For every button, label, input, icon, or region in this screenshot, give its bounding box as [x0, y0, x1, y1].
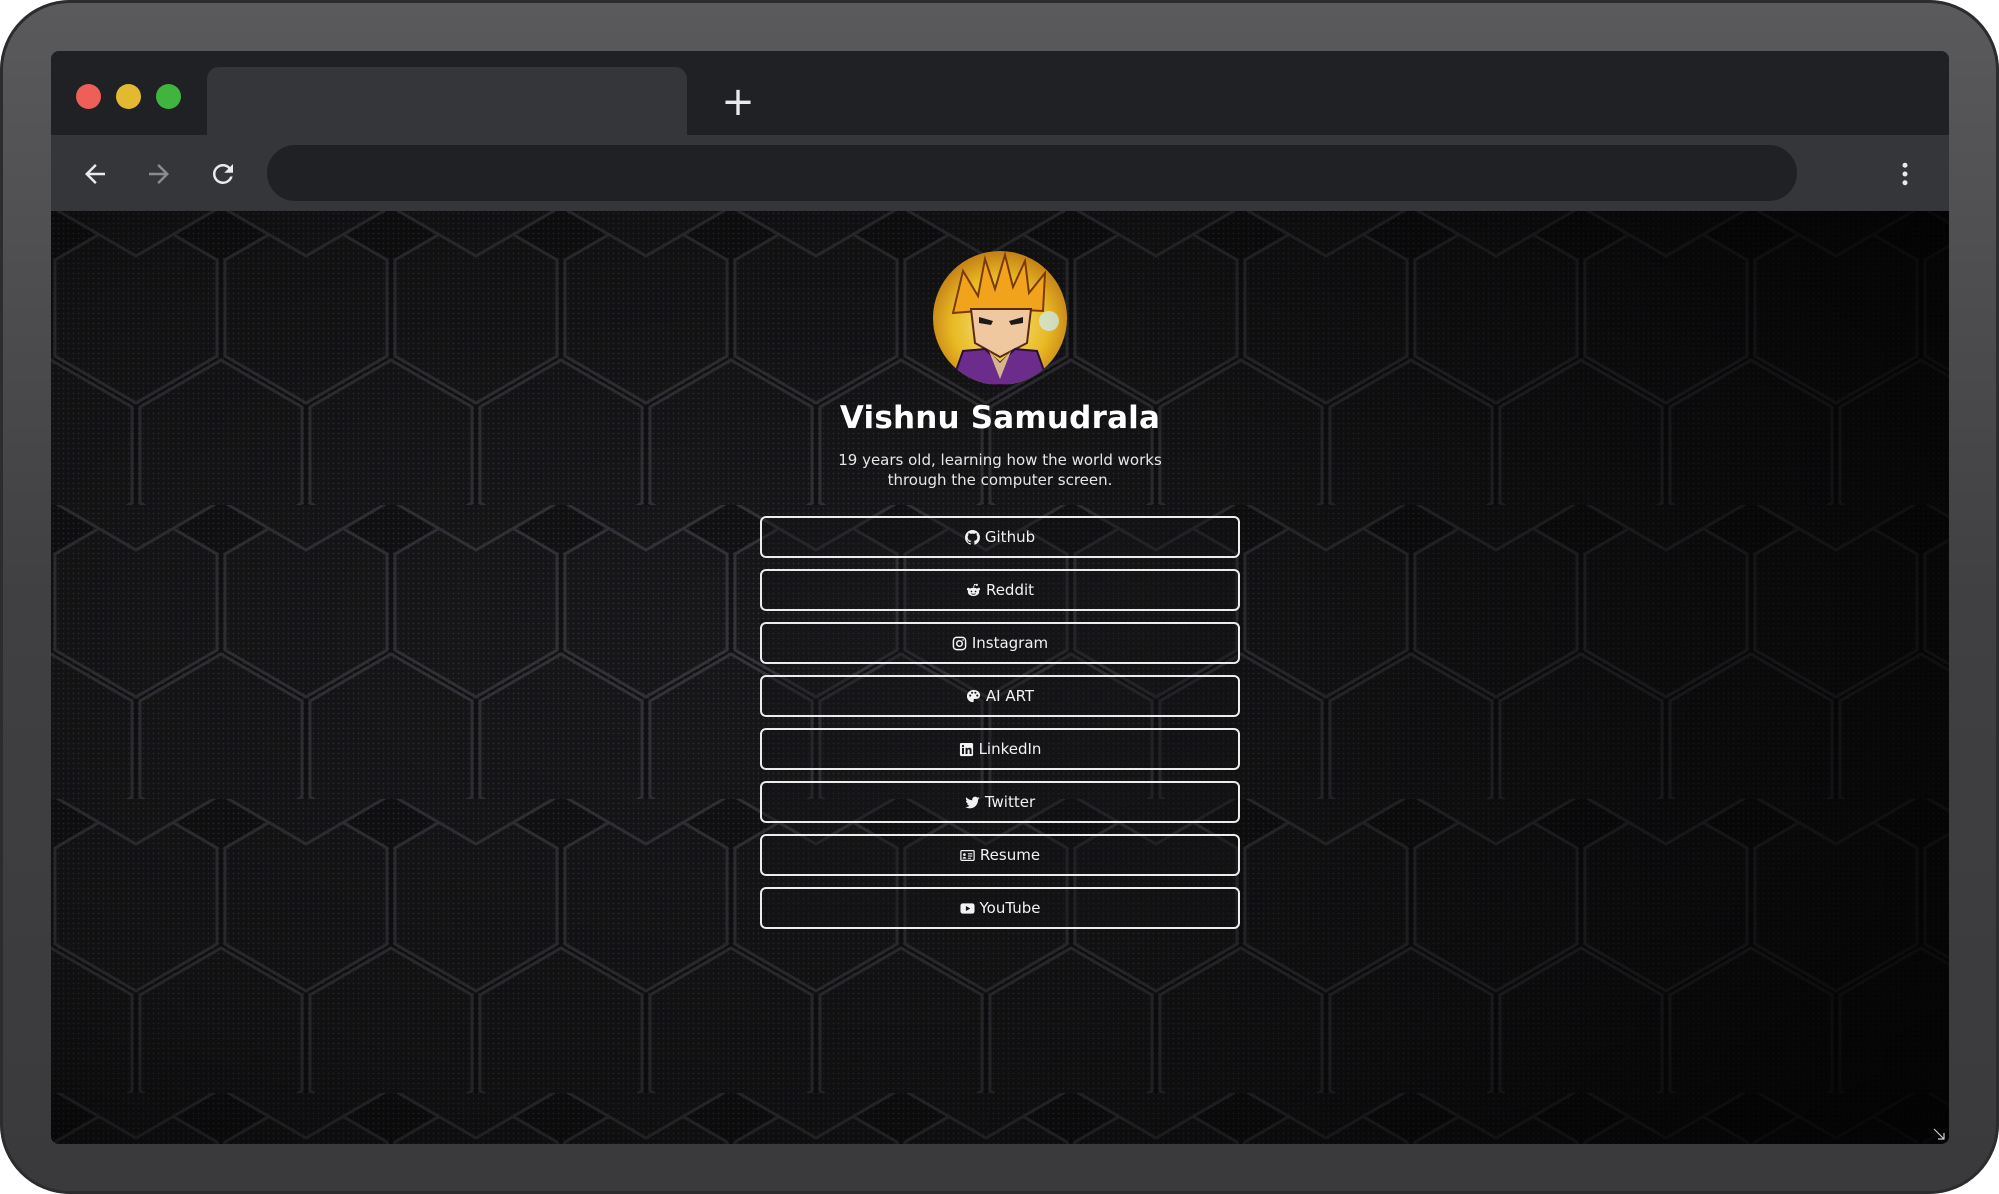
link-label: Twitter — [984, 793, 1036, 811]
reddit-icon — [966, 583, 981, 598]
link-button-github[interactable]: Github — [760, 516, 1240, 558]
arrow-left-icon — [85, 164, 105, 184]
link-label: Reddit — [985, 581, 1035, 599]
github-icon — [964, 529, 980, 545]
link-button-ai-art[interactable]: AI ART — [760, 675, 1240, 717]
link-list: Github Reddit Instagram AI ART LinkedIn — [760, 516, 1240, 929]
resize-grip-icon[interactable] — [1933, 1128, 1945, 1140]
profile-card: Vishnu Samudrala 19 years old, learning … — [51, 211, 1949, 1144]
avatar-image — [933, 251, 1067, 385]
forward-button[interactable] — [139, 154, 179, 194]
browser-toolbar — [51, 135, 1949, 211]
link-button-youtube[interactable]: YouTube — [760, 887, 1240, 929]
back-button[interactable] — [75, 154, 115, 194]
palette-icon — [966, 689, 981, 704]
kebab-menu-icon — [1902, 162, 1908, 186]
link-button-reddit[interactable]: Reddit — [760, 569, 1240, 611]
link-label: AI ART — [985, 687, 1035, 705]
minimize-window-button[interactable] — [116, 84, 141, 109]
reload-button[interactable] — [203, 154, 243, 194]
link-label: Instagram — [971, 634, 1049, 652]
profile-bio: 19 years old, learning how the world wor… — [838, 451, 1162, 489]
close-window-button[interactable] — [76, 84, 101, 109]
link-button-linkedin[interactable]: LinkedIn — [760, 728, 1240, 770]
new-tab-button[interactable]: + — [718, 82, 758, 122]
link-button-twitter[interactable]: Twitter — [760, 781, 1240, 823]
link-button-resume[interactable]: Resume — [760, 834, 1240, 876]
tab-active[interactable] — [207, 67, 687, 135]
arrow-right-icon — [149, 164, 169, 184]
address-bar[interactable] — [267, 145, 1797, 201]
link-label: LinkedIn — [978, 740, 1042, 758]
web-page: Vishnu Samudrala 19 years old, learning … — [51, 211, 1949, 1144]
link-label: Resume — [979, 846, 1041, 864]
profile-name: Vishnu Samudrala — [839, 400, 1161, 436]
link-button-instagram[interactable]: Instagram — [760, 622, 1240, 664]
browser-window: + Vishnu Samudrala 19 years old, learnin… — [51, 51, 1949, 1144]
twitter-icon — [965, 795, 980, 810]
maximize-window-button[interactable] — [156, 84, 181, 109]
browser-menu-button[interactable] — [1885, 154, 1925, 194]
avatar — [933, 251, 1067, 385]
instagram-icon — [952, 636, 967, 651]
link-label: YouTube — [979, 899, 1041, 917]
linkedin-icon — [959, 742, 974, 757]
tab-bar: + — [51, 51, 1949, 135]
window-controls — [76, 84, 181, 109]
youtube-icon — [959, 901, 975, 916]
id-card-icon — [960, 848, 975, 863]
link-label: Github — [984, 528, 1036, 546]
reload-icon — [212, 163, 233, 184]
